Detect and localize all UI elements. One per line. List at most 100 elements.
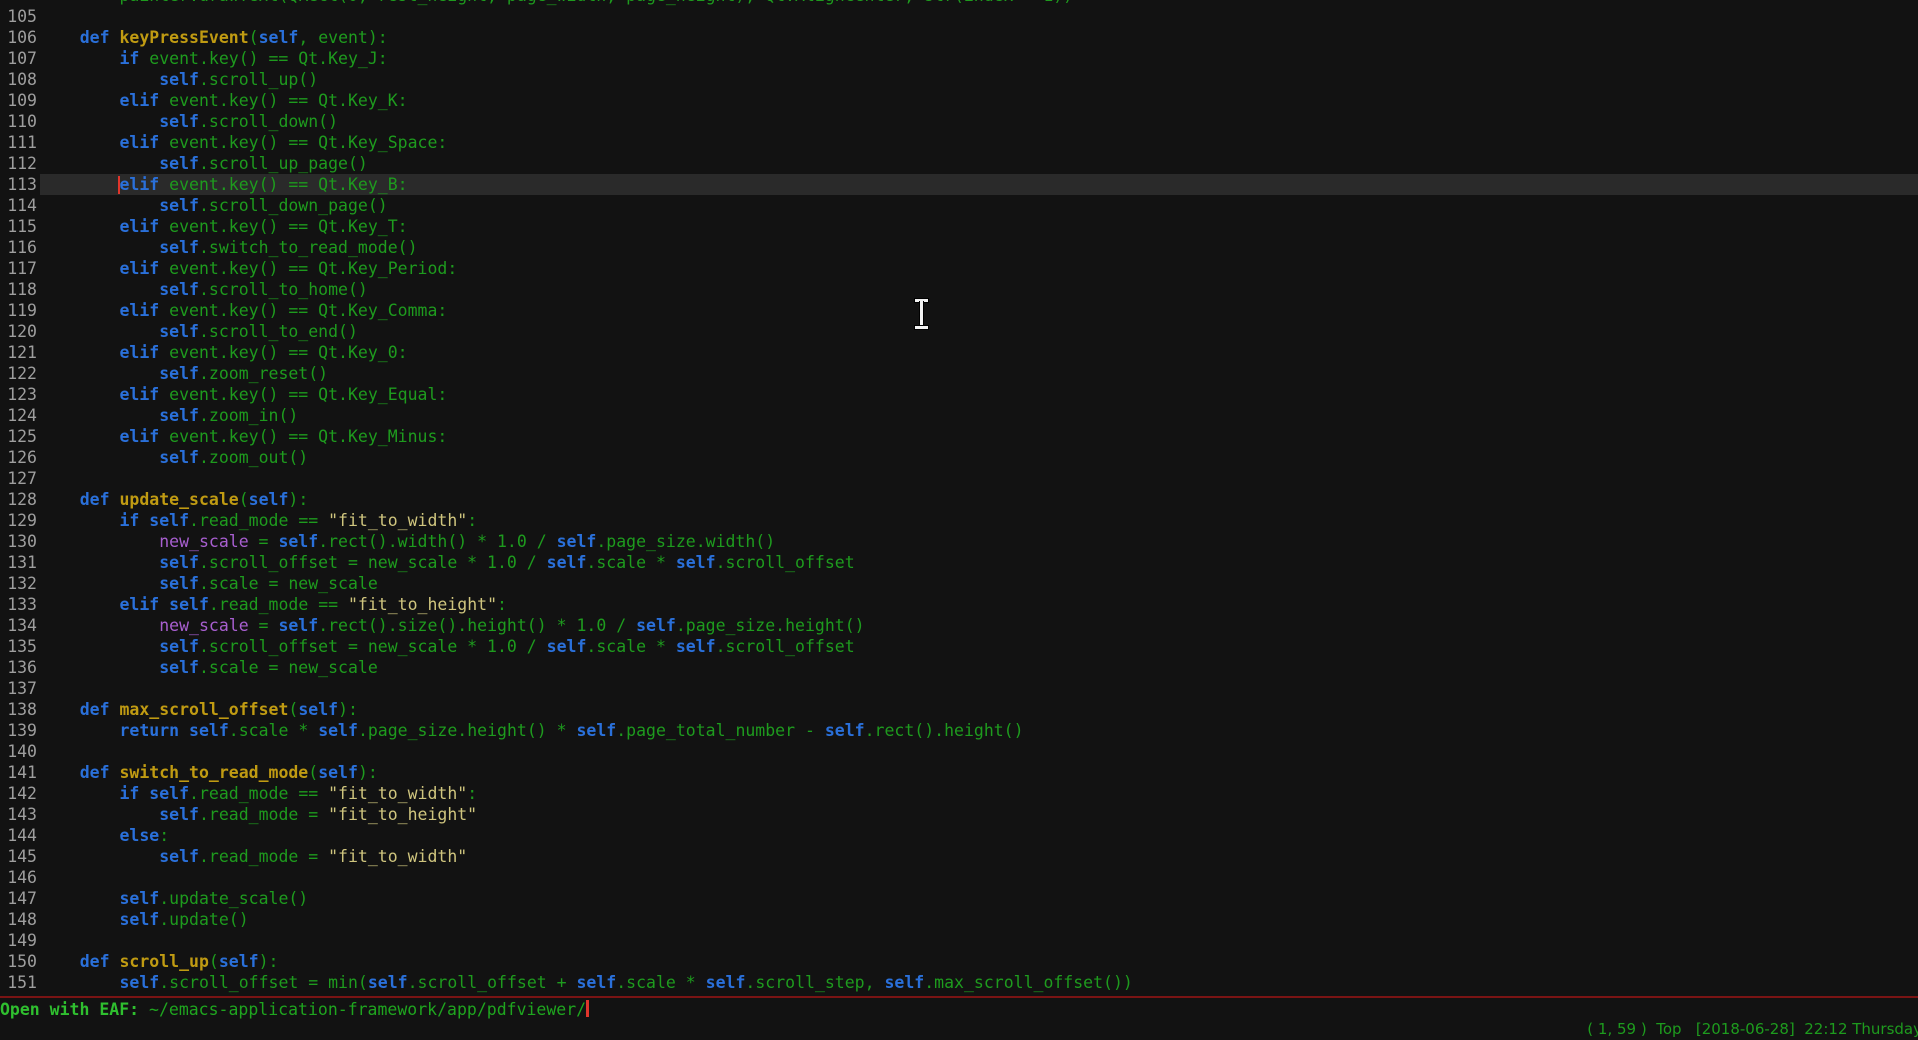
code-line[interactable]: 128 def update_scale(self): xyxy=(0,489,1918,510)
line-number: 137 xyxy=(0,678,40,699)
code-line-text: elif event.key() == Qt.Key_0: xyxy=(40,342,1918,363)
line-number: 114 xyxy=(0,195,40,216)
code-line[interactable]: 119 elif event.key() == Qt.Key_Comma: xyxy=(0,300,1918,321)
line-number: 105 xyxy=(0,6,40,27)
code-line-text: self.read_mode = "fit_to_width" xyxy=(40,846,1918,867)
line-number: 134 xyxy=(0,615,40,636)
code-line[interactable]: 141 def switch_to_read_mode(self): xyxy=(0,762,1918,783)
line-number: 128 xyxy=(0,489,40,510)
line-number: 147 xyxy=(0,888,40,909)
code-line-text xyxy=(40,741,1918,762)
code-line[interactable]: 110 self.scroll_down() xyxy=(0,111,1918,132)
code-line[interactable]: 143 self.read_mode = "fit_to_height" xyxy=(0,804,1918,825)
code-line[interactable]: 130 new_scale = self.rect().width() * 1.… xyxy=(0,531,1918,552)
code-line[interactable]: 132 self.scale = new_scale xyxy=(0,573,1918,594)
line-number: 151 xyxy=(0,972,40,993)
code-line[interactable]: 129 if self.read_mode == "fit_to_width": xyxy=(0,510,1918,531)
code-line-text: new_scale = self.rect().size().height() … xyxy=(40,615,1918,636)
code-line[interactable]: 107 if event.key() == Qt.Key_J: xyxy=(0,48,1918,69)
code-line[interactable]: 109 elif event.key() == Qt.Key_K: xyxy=(0,90,1918,111)
line-number: 150 xyxy=(0,951,40,972)
code-line[interactable]: 138 def max_scroll_offset(self): xyxy=(0,699,1918,720)
code-line[interactable]: 148 self.update() xyxy=(0,909,1918,930)
line-number: 112 xyxy=(0,153,40,174)
line-number: 119 xyxy=(0,300,40,321)
code-line[interactable]: 150 def scroll_up(self): xyxy=(0,951,1918,972)
code-line[interactable]: 145 self.read_mode = "fit_to_width" xyxy=(0,846,1918,867)
line-number: 118 xyxy=(0,279,40,300)
code-line[interactable]: 146 xyxy=(0,867,1918,888)
code-line[interactable]: 134 new_scale = self.rect().size().heigh… xyxy=(0,615,1918,636)
code-line[interactable]: 117 elif event.key() == Qt.Key_Period: xyxy=(0,258,1918,279)
code-line[interactable]: 116 self.switch_to_read_mode() xyxy=(0,237,1918,258)
code-line-text: if event.key() == Qt.Key_J: xyxy=(40,48,1918,69)
code-line-text: self.scroll_down_page() xyxy=(40,195,1918,216)
code-line-text: def keyPressEvent(self, event): xyxy=(40,27,1918,48)
code-line[interactable]: 139 return self.scale * self.page_size.h… xyxy=(0,720,1918,741)
code-line[interactable]: 133 elif self.read_mode == "fit_to_heigh… xyxy=(0,594,1918,615)
line-number: 115 xyxy=(0,216,40,237)
code-line-text: self.update_scale() xyxy=(40,888,1918,909)
code-line[interactable]: 144 else: xyxy=(0,825,1918,846)
code-line-text: self.scroll_up() xyxy=(40,69,1918,90)
code-line-text xyxy=(40,930,1918,951)
line-number: 110 xyxy=(0,111,40,132)
code-line[interactable]: 135 self.scroll_offset = new_scale * 1.0… xyxy=(0,636,1918,657)
minibuffer[interactable]: Open with EAF: ~/emacs-application-frame… xyxy=(0,999,1918,1020)
code-line[interactable]: 137 xyxy=(0,678,1918,699)
code-line[interactable]: 121 elif event.key() == Qt.Key_0: xyxy=(0,342,1918,363)
ibeam-bottom-serif xyxy=(914,325,929,330)
code-line-text: self.update() xyxy=(40,909,1918,930)
code-line[interactable]: 115 elif event.key() == Qt.Key_T: xyxy=(0,216,1918,237)
code-line[interactable]: 140 xyxy=(0,741,1918,762)
code-buffer[interactable]: painter.drawText(QRect(0, rest_height, p… xyxy=(0,0,1918,996)
minibuffer-prompt: Open with EAF: xyxy=(0,1000,149,1019)
code-line[interactable]: 113 elif event.key() == Qt.Key_B: xyxy=(0,174,1918,195)
line-number: 127 xyxy=(0,468,40,489)
code-line-text: self.scroll_to_end() xyxy=(40,321,1918,342)
code-line-text: elif event.key() == Qt.Key_Comma: xyxy=(40,300,1918,321)
line-number: 124 xyxy=(0,405,40,426)
code-line[interactable]: 118 self.scroll_to_home() xyxy=(0,279,1918,300)
code-line-text: elif event.key() == Qt.Key_K: xyxy=(40,90,1918,111)
code-line-text: def switch_to_read_mode(self): xyxy=(40,762,1918,783)
line-number: 125 xyxy=(0,426,40,447)
code-line[interactable]: 126 self.zoom_out() xyxy=(0,447,1918,468)
line-number: 117 xyxy=(0,258,40,279)
code-line[interactable]: 120 self.scroll_to_end() xyxy=(0,321,1918,342)
code-line[interactable]: 149 xyxy=(0,930,1918,951)
code-line[interactable]: 114 self.scroll_down_page() xyxy=(0,195,1918,216)
code-line[interactable]: 131 self.scroll_offset = new_scale * 1.0… xyxy=(0,552,1918,573)
code-line-text: def max_scroll_offset(self): xyxy=(40,699,1918,720)
status-info-text: ( 1, 59 ) Top [2018-06-28] 22:12 Thursda… xyxy=(1587,1020,1918,1038)
code-line[interactable]: 123 elif event.key() == Qt.Key_Equal: xyxy=(0,384,1918,405)
code-line[interactable]: 127 xyxy=(0,468,1918,489)
code-line[interactable]: 147 self.update_scale() xyxy=(0,888,1918,909)
code-line-text: return self.scale * self.page_size.heigh… xyxy=(40,720,1918,741)
code-line[interactable]: 136 self.scale = new_scale xyxy=(0,657,1918,678)
code-line-text xyxy=(40,468,1918,489)
code-line[interactable]: 151 self.scroll_offset = min(self.scroll… xyxy=(0,972,1918,993)
code-line[interactable]: 122 self.zoom_reset() xyxy=(0,363,1918,384)
code-line[interactable]: 106 def keyPressEvent(self, event): xyxy=(0,27,1918,48)
code-line[interactable]: 112 self.scroll_up_page() xyxy=(0,153,1918,174)
code-line[interactable]: 111 elif event.key() == Qt.Key_Space: xyxy=(0,132,1918,153)
code-line[interactable]: 108 self.scroll_up() xyxy=(0,69,1918,90)
code-line-text xyxy=(40,6,1918,27)
code-line[interactable]: 125 elif event.key() == Qt.Key_Minus: xyxy=(0,426,1918,447)
line-number: 143 xyxy=(0,804,40,825)
code-line-text: new_scale = self.rect().width() * 1.0 / … xyxy=(40,531,1918,552)
code-line[interactable]: 105 xyxy=(0,6,1918,27)
minibuffer-input[interactable]: ~/emacs-application-framework/app/pdfvie… xyxy=(149,1000,586,1019)
code-line-text: self.scroll_offset = new_scale * 1.0 / s… xyxy=(40,636,1918,657)
ibeam-stem xyxy=(919,301,924,325)
code-line-text: elif event.key() == Qt.Key_T: xyxy=(40,216,1918,237)
code-line-text: self.read_mode = "fit_to_height" xyxy=(40,804,1918,825)
code-line[interactable]: 124 self.zoom_in() xyxy=(0,405,1918,426)
code-line-text: elif event.key() == Qt.Key_Equal: xyxy=(40,384,1918,405)
code-line-text: self.scroll_up_page() xyxy=(40,153,1918,174)
code-line[interactable]: 142 if self.read_mode == "fit_to_width": xyxy=(0,783,1918,804)
code-line-text xyxy=(40,678,1918,699)
code-line-text: self.scale = new_scale xyxy=(40,573,1918,594)
line-number: 136 xyxy=(0,657,40,678)
